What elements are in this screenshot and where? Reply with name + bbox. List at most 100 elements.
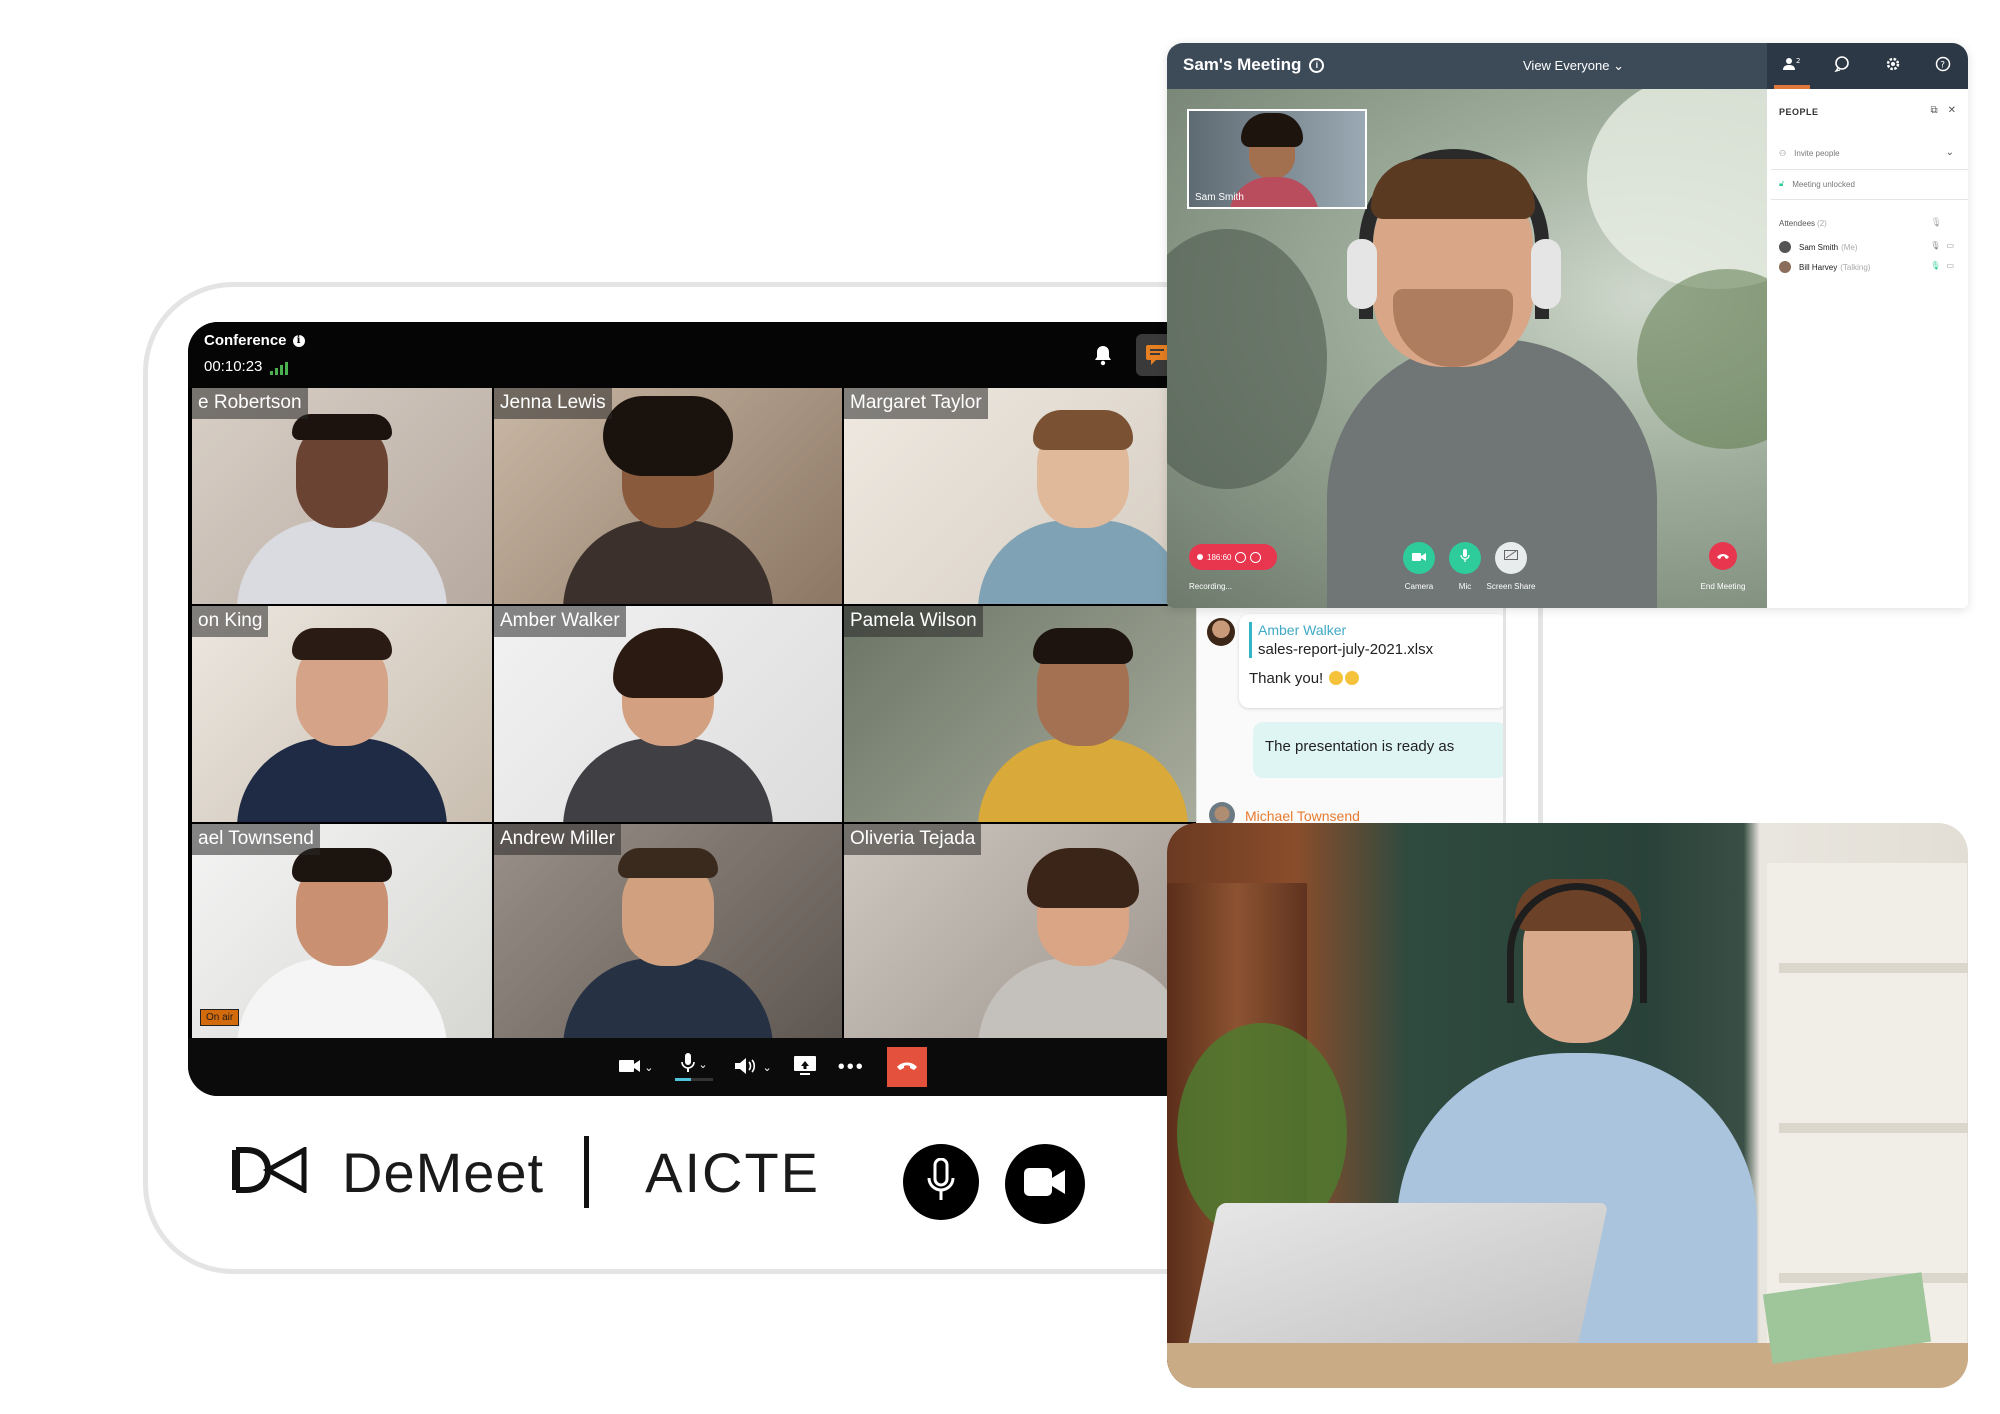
more-button[interactable]: ••• [838,1057,865,1077]
recording-time: 186:60 [1207,552,1232,562]
tab-people[interactable]: 2 [1770,43,1814,89]
camera-label: Camera [1404,582,1434,591]
tab-settings[interactable] [1871,43,1915,89]
end-meeting-button[interactable] [1709,542,1737,570]
people-icon: 2 [1782,57,1802,76]
meeting-controls: 186:60 Recording... Camera Mic Screen Sh… [1167,542,1767,608]
main-video: Sam Smith 186:60 Recording... Camera Mic [1167,89,1767,608]
view-selector[interactable]: View Everyone ⌄ [1523,58,1624,74]
video-button[interactable] [1005,1144,1085,1224]
participant-name: Jenna Lewis [494,388,612,419]
participant-tile[interactable]: e Robertson [192,388,492,604]
meeting-lock-row[interactable]: 🔓︎ Meeting unlocked [1779,179,1855,189]
mic-icon [1460,548,1470,568]
tab-help[interactable]: ? [1921,43,1965,89]
mic-icon[interactable]: 🎙︎ [1930,241,1940,250]
lock-label: Meeting unlocked [1792,179,1855,189]
participant-name: Margaret Taylor [844,388,988,419]
product-name: DeMeet [342,1140,545,1204]
video-camera-icon [1024,1167,1066,1201]
attendee-row[interactable]: Sam Smith (Me) [1779,241,1858,253]
mic-button[interactable] [903,1144,979,1220]
mic-label: Mic [1458,582,1472,591]
participant-video [978,410,1188,604]
chat-reply: The presentation is ready as [1253,722,1503,778]
stop-icon [1250,551,1262,563]
people-panel-tools: ⧉ ✕ [1930,105,1956,116]
participant-video [237,414,447,604]
participant-name: ael Townsend [192,824,320,855]
mic-icon [681,1053,696,1076]
participant-grid: e Robertson Jenna Lewis Margaret Taylor [192,388,1318,1042]
attendees-label: Attendees [1779,219,1816,228]
pause-icon [1235,551,1247,563]
avatar [1779,261,1791,273]
conference-window: Conference i 00:10:23 e Robertson Jenna … [188,322,1318,1096]
tab-chat[interactable] [1820,43,1864,89]
conference-header: Conference i 00:10:23 [188,322,1318,388]
camera-button[interactable] [1403,542,1435,574]
conference-title: Conference [204,332,287,349]
participant-tile[interactable]: Andrew Miller [494,824,842,1042]
participant-tile[interactable]: Jenna Lewis [494,388,842,604]
participant-name: Pamela Wilson [844,606,983,637]
speaker-toggle[interactable]: ⌄ [735,1057,772,1078]
recording-label: Recording... [1189,582,1233,591]
participant-video [237,848,447,1042]
participant-tile[interactable]: ael Townsend On air [192,824,492,1042]
popout-icon[interactable]: ⧉ [1930,105,1937,116]
camera-icon[interactable]: ▭ [1946,241,1954,250]
self-view-thumbnail[interactable]: Sam Smith [1187,109,1367,209]
gear-icon [1885,56,1901,77]
avatar [1779,241,1791,253]
chevron-down-icon: ⌄ [1613,58,1625,73]
end-call-button[interactable] [886,1047,927,1087]
meeting-header: Sam's Meeting i View Everyone ⌄ [1167,43,1767,89]
mic-level-bar [675,1078,714,1081]
share-screen-icon [793,1055,816,1079]
screen-share-button[interactable] [1495,542,1527,574]
quoted-author: Amber Walker [1258,622,1347,638]
mic-icon: 🎙︎ [1930,217,1942,227]
camera-icon[interactable]: ▭ [1946,261,1954,270]
mic-button[interactable] [1449,542,1481,574]
close-icon[interactable]: ✕ [1948,105,1956,116]
mic-icon [926,1157,956,1207]
attendee-tag: (Me) [1841,242,1858,252]
mic-toggle[interactable]: ⌄ [675,1053,714,1081]
share-screen-button[interactable] [793,1055,816,1079]
participant-tile[interactable]: on King [192,606,492,822]
camera-toggle[interactable]: ⌄ [619,1058,653,1077]
info-icon[interactable]: i [1309,57,1325,73]
attendee-row[interactable]: Bill Harvey (Talking) [1779,261,1870,273]
unlock-icon: 🔓︎ [1779,179,1785,188]
chevron-down-icon: ⌄ [698,1059,708,1071]
attendees-header: Attendees (2) [1779,219,1827,228]
branding: DeMeet AICTE [228,1136,820,1208]
on-air-badge: On air [200,1009,240,1026]
meeting-title-row: Sam's Meeting i [1183,55,1325,75]
avatar [1207,618,1235,646]
participant-video [978,848,1188,1042]
speaker-hair [1371,159,1535,219]
attendee-tag: (Talking) [1840,262,1871,272]
chevron-down-icon[interactable]: ⌄ [1946,147,1954,158]
bell-icon[interactable] [1082,334,1124,376]
recording-indicator[interactable]: 186:60 [1189,544,1277,570]
conference-title-row: Conference i [204,332,305,349]
meeting-title: Sam's Meeting [1183,55,1302,74]
invite-people-row[interactable]: ⚇ Invite people [1779,149,1840,158]
quoted-message[interactable]: Amber Walker sales-report-july-2021.xlsx [1249,622,1433,658]
message-text-row: Thank you! [1249,670,1360,687]
quoted-file[interactable]: sales-report-july-2021.xlsx [1258,641,1433,658]
mic-icon[interactable]: 🎙︎ [1930,261,1940,270]
attendee-controls: 🎙︎ ▭ [1930,241,1954,250]
participant-name: on King [192,606,269,637]
participant-name: Amber Walker [494,606,626,637]
self-view-name: Sam Smith [1195,192,1244,203]
call-timer: 00:10:23 [204,358,263,375]
info-icon[interactable]: i [292,334,305,347]
chevron-down-icon: ⌄ [762,1061,772,1074]
attendee-controls: 🎙︎ ▭ [1930,261,1954,270]
participant-tile[interactable]: Amber Walker [494,606,842,822]
